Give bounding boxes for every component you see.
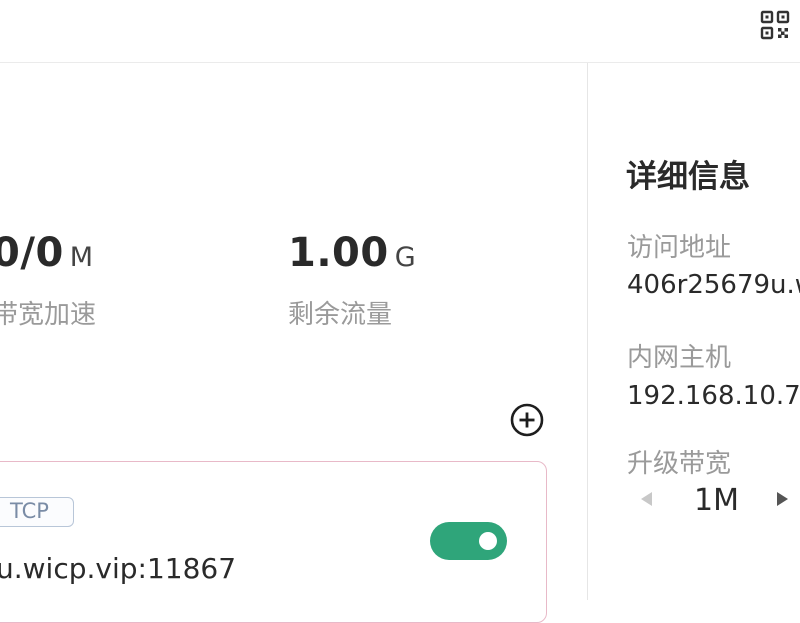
lan-host-value: 192.168.10.7	[627, 381, 800, 411]
lan-host-label: 内网主机	[627, 343, 732, 373]
top-bar	[0, 0, 800, 63]
mapping-address: u.wicp.vip:11867	[0, 552, 237, 585]
bandwidth-increase-button[interactable]	[777, 492, 788, 506]
qr-code-icon[interactable]	[757, 6, 793, 42]
stat-value: 1.00 G	[288, 230, 417, 276]
access-address-value: 406r25679u.w	[627, 270, 800, 300]
stat-value: 0/0 M	[0, 230, 94, 276]
details-title: 详细信息	[626, 159, 750, 195]
stat-label: 带宽加速	[0, 300, 97, 330]
bandwidth-decrease-button[interactable]	[641, 492, 652, 506]
plus-circle-icon	[510, 403, 544, 437]
mapping-enable-toggle[interactable]	[430, 522, 507, 560]
bandwidth-value: 1M	[694, 483, 739, 518]
details-panel	[588, 63, 800, 600]
access-address-label: 访问地址	[627, 233, 732, 263]
add-mapping-button[interactable]	[510, 403, 544, 437]
upgrade-bandwidth-label: 升级带宽	[627, 449, 732, 479]
toggle-knob	[479, 532, 497, 550]
protocol-badge: TCP	[0, 497, 74, 527]
stat-label: 剩余流量	[288, 300, 393, 330]
